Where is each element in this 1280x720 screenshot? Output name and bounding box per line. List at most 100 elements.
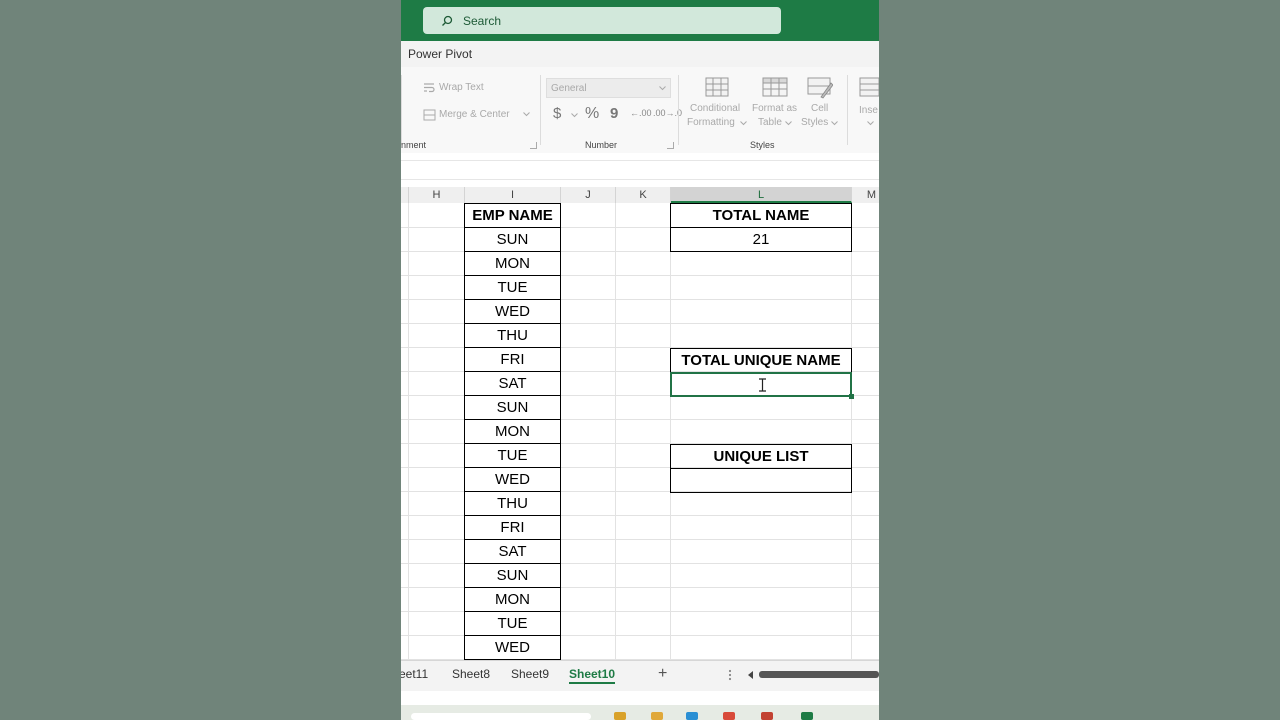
ribbon-separator: [401, 75, 402, 145]
grid-line: [408, 203, 409, 660]
number-launcher-icon[interactable]: [667, 142, 674, 149]
ribbon-separator: [540, 75, 541, 145]
emp-name-cell[interactable]: TUE: [464, 275, 561, 300]
emp-name-cell[interactable]: SUN: [464, 227, 561, 252]
sheet-tab-bar: eet11 Sheet8 Sheet9 Sheet10 +: [401, 660, 879, 691]
add-sheet-button[interactable]: +: [658, 665, 667, 683]
cell-styles-icon: [807, 77, 833, 99]
emp-name-cell[interactable]: TUE: [464, 611, 561, 636]
emp-name-cell[interactable]: SUN: [464, 395, 561, 420]
number-format-dropdown[interactable]: General: [546, 78, 671, 98]
comma-button[interactable]: 9: [610, 105, 618, 122]
sheet-tab-sheet11[interactable]: eet11: [401, 667, 428, 681]
chevron-down-icon: [523, 112, 530, 117]
ribbon-separator: [678, 75, 679, 145]
chevron-down-icon: [659, 86, 666, 91]
percent-button[interactable]: %: [585, 105, 599, 123]
column-header-k[interactable]: K: [616, 187, 671, 203]
unique-list-header[interactable]: UNIQUE LIST: [670, 444, 852, 469]
emp-name-cell[interactable]: MON: [464, 587, 561, 612]
number-format-value: General: [551, 83, 587, 94]
chrome-icon[interactable]: [723, 712, 735, 720]
chevron-down-icon: [785, 121, 792, 126]
formula-bar[interactable]: [401, 153, 879, 187]
sheet-tab-sheet9[interactable]: Sheet9: [511, 667, 549, 681]
grid-line: [670, 203, 671, 660]
ribbon: Wrap Text Merge & Center nment General $…: [401, 67, 879, 154]
insert-cells-icon: [859, 77, 879, 97]
emp-name-cell[interactable]: MON: [464, 419, 561, 444]
folder-icon[interactable]: [651, 712, 663, 720]
emp-name-cell[interactable]: TUE: [464, 443, 561, 468]
emp-name-cell[interactable]: SUN: [464, 563, 561, 588]
emp-name-cell[interactable]: FRI: [464, 347, 561, 372]
chevron-down-icon: [867, 121, 874, 126]
grid-line: [615, 203, 616, 660]
excel-icon[interactable]: [801, 712, 813, 720]
sheet-tab-sheet8[interactable]: Sheet8: [452, 667, 490, 681]
chevron-down-icon: [740, 121, 747, 126]
column-header-l[interactable]: L: [671, 187, 852, 203]
merge-center-button[interactable]: Merge & Center: [439, 109, 510, 120]
taskbar: [401, 705, 879, 720]
emp-name-cell[interactable]: THU: [464, 323, 561, 348]
alignment-launcher-icon[interactable]: [530, 142, 537, 149]
wrap-text-icon: [424, 83, 435, 93]
scroll-left-icon: [748, 671, 753, 679]
search-icon: [442, 15, 453, 26]
chevron-down-icon: [831, 121, 838, 126]
emp-name-header[interactable]: EMP NAME: [464, 203, 561, 228]
search-box[interactable]: Search: [423, 7, 781, 34]
currency-button[interactable]: $: [553, 105, 561, 122]
column-header-m[interactable]: M: [852, 187, 879, 203]
column-header-h[interactable]: H: [409, 187, 465, 203]
styles-group-label: Styles: [750, 140, 775, 150]
horizontal-scrollbar[interactable]: [759, 671, 879, 678]
column-header-j[interactable]: J: [561, 187, 616, 203]
cell-styles-label-1[interactable]: Cell: [811, 103, 828, 114]
ribbon-tab-bar: Power Pivot: [401, 41, 879, 67]
excel-window: Search Power Pivot Wrap Text Merge & Cen…: [401, 0, 879, 720]
column-headers: H I J K L M: [401, 187, 879, 204]
conditional-formatting-label-2[interactable]: Formatting: [687, 117, 735, 128]
insert-button[interactable]: Inse: [859, 105, 878, 116]
emp-name-cell[interactable]: SAT: [464, 371, 561, 396]
sheet-tab-sheet10[interactable]: Sheet10: [569, 667, 616, 684]
emp-name-cell[interactable]: FRI: [464, 515, 561, 540]
unique-list-cell[interactable]: [670, 468, 852, 493]
formula-input[interactable]: [401, 160, 879, 180]
emp-name-cell[interactable]: WED: [464, 635, 561, 660]
format-as-table-label-1[interactable]: Format as: [752, 103, 797, 114]
alignment-group-label: nment: [401, 140, 427, 150]
emp-name-cell[interactable]: SAT: [464, 539, 561, 564]
row-header-corner[interactable]: [401, 187, 409, 203]
fill-handle[interactable]: [849, 394, 854, 399]
wrap-text-button[interactable]: Wrap Text: [439, 82, 484, 93]
more-options-icon: [728, 669, 732, 681]
column-header-i[interactable]: I: [465, 187, 561, 203]
edge-icon[interactable]: [686, 712, 698, 720]
taskbar-search[interactable]: [411, 713, 591, 720]
emp-name-cell[interactable]: WED: [464, 467, 561, 492]
emp-name-cell[interactable]: MON: [464, 251, 561, 276]
ribbon-separator: [847, 75, 848, 145]
tab-power-pivot[interactable]: Power Pivot: [408, 47, 472, 61]
worksheet-grid[interactable]: EMP NAME SUN MON TUE WED THU FRI SAT SUN…: [401, 203, 879, 660]
file-explorer-icon[interactable]: [614, 712, 626, 720]
emp-name-cell[interactable]: THU: [464, 491, 561, 516]
chevron-down-icon: [571, 113, 578, 118]
increase-decimal-button[interactable]: ←.00: [630, 108, 652, 118]
format-as-table-icon: [762, 77, 788, 97]
conditional-formatting-icon: [705, 77, 729, 97]
conditional-formatting-label-1[interactable]: Conditional: [690, 103, 740, 114]
format-as-table-label-2[interactable]: Table: [758, 117, 782, 128]
total-name-header[interactable]: TOTAL NAME: [670, 203, 852, 228]
total-unique-name-header[interactable]: TOTAL UNIQUE NAME: [670, 348, 852, 373]
merge-center-icon: [423, 109, 436, 121]
total-name-value[interactable]: 21: [670, 227, 852, 252]
app-icon[interactable]: [761, 712, 773, 720]
grid-line: [851, 203, 852, 660]
emp-name-cell[interactable]: WED: [464, 299, 561, 324]
cell-styles-label-2[interactable]: Styles: [801, 117, 828, 128]
text-cursor-icon: [759, 378, 766, 392]
